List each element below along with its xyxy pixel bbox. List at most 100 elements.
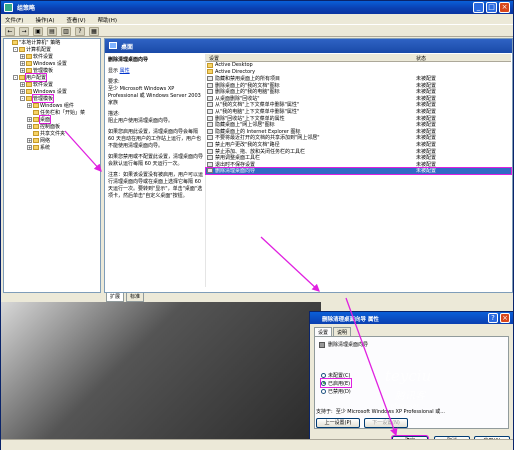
expander-icon[interactable]: + [20, 68, 25, 73]
tree-label: Windows 组件 [40, 103, 74, 109]
expander-icon[interactable]: + [27, 124, 32, 129]
setting-name: 删除清理桌面向导 [215, 168, 256, 175]
expander-icon[interactable]: + [27, 103, 32, 108]
tree-label: 软件设置 [33, 54, 54, 60]
expander-icon[interactable]: + [20, 82, 25, 87]
tree-item[interactable]: "本地计算机" 策略 [4, 39, 100, 46]
minimize-button[interactable]: _ [473, 2, 484, 13]
gpedit-window: 组策略 _ □ × 文件(F) 操作(A) 查看(V) 帮助(H) ← → ▣ ▤ ▥? ▦ "… [0, 0, 514, 450]
help-button[interactable]: ? [488, 313, 498, 323]
setting-name: Active Desktop [215, 62, 253, 69]
radio-enabled[interactable]: 已启用(E) [320, 378, 352, 388]
expander-icon[interactable]: - [13, 75, 18, 80]
folder-icon [19, 47, 25, 52]
tree-label: 系统 [40, 145, 51, 151]
tree-item[interactable]: + Windows 设置 [4, 88, 100, 95]
support-label: 支持于: [316, 409, 333, 415]
toolbar-button[interactable]: → [19, 27, 29, 36]
status-bar [1, 439, 513, 450]
view-tabs: 扩展 标准 [104, 293, 513, 302]
folder-icon [26, 54, 32, 59]
app-icon [4, 3, 13, 12]
properties-link[interactable]: 属性 [120, 68, 130, 74]
radio-disabled[interactable]: 已禁用(D) [321, 387, 351, 395]
support-text: 至少 Microsoft Windows XP Professional 或..… [335, 409, 445, 415]
tree-label: 共享文件夹 [40, 131, 66, 137]
prev-setting-button[interactable]: 上一设置(P) [316, 418, 360, 428]
tree-item[interactable]: - 用户配置 [4, 73, 100, 82]
tree-label: 计算机配置 [26, 47, 52, 53]
next-setting-button[interactable]: 下一设置(N) [364, 418, 408, 428]
tab-extended[interactable]: 扩展 [106, 293, 125, 302]
expander-icon[interactable]: - [20, 96, 25, 101]
folder-icon [12, 40, 18, 45]
tab-standard[interactable]: 标准 [126, 293, 145, 302]
settings-list[interactable]: 设置 状态 Active Desktop Active Directory 隐藏和禁… [205, 54, 512, 287]
toolbar-button[interactable]: ▣ [33, 27, 43, 36]
radio-not-configured[interactable]: 未配置(C) [321, 371, 351, 379]
toolbar-button[interactable]: ▦ [89, 27, 99, 36]
toolbar-button[interactable]: ▥ [61, 27, 71, 36]
policy-icon [207, 89, 213, 95]
folder-icon [26, 61, 32, 66]
tree-label: 管理模板 [31, 94, 55, 103]
col-state[interactable]: 状态 [413, 54, 429, 62]
tree-item[interactable]: + 桌面 [4, 115, 100, 124]
tree-item[interactable]: + 控制面板 [4, 123, 100, 130]
tree-item[interactable]: 共享文件夹 [4, 130, 100, 137]
policy-icon [207, 168, 213, 174]
menu-bar: 文件(F) 操作(A) 查看(V) 帮助(H) [1, 14, 513, 24]
tree-view[interactable]: "本地计算机" 策略 - 计算机配置 + 软件设置 + Windows 设置 + 管理模板 - 用户… [3, 38, 101, 293]
folder-icon [33, 138, 39, 143]
window-title: 组策略 [1, 1, 513, 14]
tree-item[interactable]: + Windows 设置 [4, 60, 100, 67]
policy-icon [207, 82, 213, 88]
list-item[interactable]: 删除清理桌面向导 未被配置 [205, 166, 512, 176]
description-pane: 删除清理桌面向导 显示 属性 要求: 至少 Microsoft Windows X… [108, 57, 203, 204]
tree-item[interactable]: + 软件设置 [4, 53, 100, 60]
list-item[interactable]: Active Desktop [206, 62, 511, 69]
tree-item[interactable]: + 管理模板 [4, 67, 100, 74]
toolbar-button[interactable]: ? [75, 27, 85, 36]
dialog-close-button[interactable]: × [500, 313, 510, 323]
policy-icon [207, 128, 213, 134]
policy-icon [207, 141, 213, 147]
properties-dialog: 删除清理桌面向导 属性 ? × 设置 说明 删除清理桌面向导 未配置(C) 已启… [309, 311, 514, 449]
maximize-button[interactable]: □ [486, 2, 497, 13]
menu-item[interactable]: 文件(F) [5, 16, 23, 24]
menu-item[interactable]: 操作(A) [35, 16, 54, 24]
expander-icon[interactable]: + [27, 138, 32, 143]
menu-item[interactable]: 帮助(H) [98, 16, 117, 24]
expander-icon[interactable]: + [27, 145, 32, 150]
close-button[interactable]: × [499, 2, 510, 13]
expander-icon[interactable]: + [20, 54, 25, 59]
tree-item[interactable]: 任务栏和「开始」菜 [4, 109, 100, 116]
tree-label: 网络 [40, 138, 51, 144]
policy-icon [207, 75, 213, 81]
expander-icon[interactable]: + [20, 61, 25, 66]
req-label: 要求: [108, 79, 120, 85]
toolbar-button[interactable]: ▤ [47, 27, 57, 36]
folder-icon [207, 69, 213, 75]
expander-icon[interactable]: + [27, 117, 32, 122]
expander-icon[interactable]: + [20, 89, 25, 94]
tree-item[interactable]: + 系统 [4, 144, 100, 151]
tree-item[interactable]: - 管理模板 [4, 94, 100, 103]
tree-label: 任务栏和「开始」菜 [40, 110, 86, 116]
expander-icon[interactable]: - [13, 47, 18, 52]
menu-item[interactable]: 查看(V) [67, 16, 86, 24]
col-setting[interactable]: 设置 [206, 54, 413, 62]
folder-icon [33, 117, 39, 122]
desc-p2: 如果您禁用或不配置此设置，清理桌面向导会默认运行每隔 60 天运行一次。 [108, 154, 204, 167]
folder-icon [109, 42, 117, 49]
tree-label: 管理模板 [33, 68, 54, 74]
tree-item[interactable]: - 计算机配置 [4, 46, 100, 53]
watermark-2: 腾讯客 [395, 391, 425, 402]
policy-icon [319, 341, 325, 348]
tree-item[interactable]: + 网络 [4, 137, 100, 144]
toolbar-button[interactable]: ← [5, 27, 15, 36]
tree-label: 用户配置 [24, 73, 48, 82]
tree-item[interactable]: + 软件设置 [4, 81, 100, 88]
tree-label: "本地计算机" 策略 [19, 40, 61, 46]
tree-item[interactable]: + Windows 组件 [4, 102, 100, 109]
